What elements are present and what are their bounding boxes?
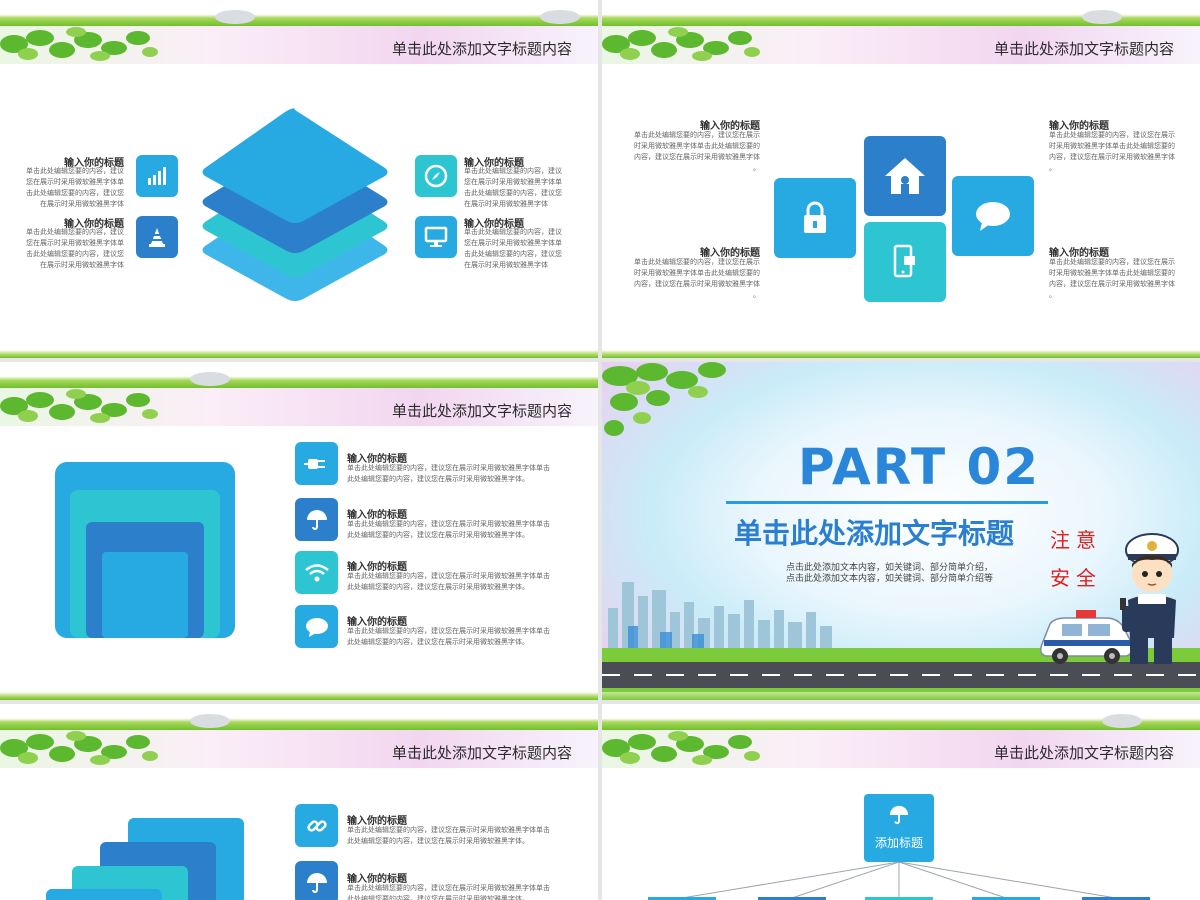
item-body: 单击此处编辑您要的内容，建议 您在展示时采用微软雅黑字体单 击此处编辑您要的内容… bbox=[464, 168, 562, 208]
part-title: PART 02 bbox=[798, 438, 1041, 496]
mobile-phone-icon bbox=[864, 222, 946, 302]
plug-icon bbox=[295, 442, 338, 485]
red-label-safety: 安全 bbox=[1050, 568, 1102, 590]
item-body: 单击此处编辑您要的内容，建议您在展示时采用微软雅黑字体单击 此处编辑您要的内容，… bbox=[347, 465, 550, 483]
item-body: 单击此处编辑您要的内容，建议您在展示 时采用微软雅黑字体单击此处编辑您要的 内容… bbox=[1049, 259, 1175, 299]
slide-thumbnail-5[interactable]: 单击此处添加文字标题内容 输入你的标题 单击此处编辑您要的内容，建议您在展示时采… bbox=[0, 704, 598, 900]
item-body: 单击此处编辑您要的内容，建议您在展示 时采用微软雅黑字体单击此处编辑您要的 内容… bbox=[634, 132, 760, 172]
leaves-decoration bbox=[602, 27, 760, 61]
grass-decoration bbox=[0, 0, 598, 26]
chat-bubble-icon bbox=[952, 176, 1034, 256]
slide-thumbnail-3[interactable]: 单击此处添加文字标题内容 输入你的标题 单击此处编辑您要的内容，建议您在展示时采… bbox=[0, 362, 598, 700]
bar-chart-icon bbox=[136, 155, 178, 197]
grass-decoration bbox=[0, 350, 598, 358]
monitor-icon bbox=[415, 216, 457, 258]
stone-decoration bbox=[190, 372, 230, 386]
item-body: 单击此处编辑您要的内容，建议您在展示时采用微软雅黑字体单击 此处编辑您要的内容，… bbox=[347, 827, 550, 845]
stone-decoration bbox=[190, 714, 230, 728]
grass-decoration bbox=[0, 692, 598, 700]
part-subtitle: 单击此处添加文字标题 bbox=[734, 518, 1015, 549]
lock-icon bbox=[774, 178, 856, 258]
link-chain-icon bbox=[295, 804, 338, 847]
umbrella-icon bbox=[295, 498, 338, 541]
header-title: 单击此处添加文字标题内容 bbox=[993, 745, 1174, 762]
chat-bubble-icon bbox=[295, 605, 338, 648]
umbrella-icon bbox=[889, 805, 909, 825]
leaves-decoration bbox=[602, 362, 726, 436]
org-chart-root-box: 添加标题 bbox=[864, 794, 934, 862]
home-icon bbox=[864, 136, 946, 216]
item-body: 单击此处编辑您要的内容，建议您在展示时采用微软雅黑字体单击 此处编辑您要的内容，… bbox=[347, 521, 550, 539]
city-skyline bbox=[608, 582, 832, 658]
leaves-decoration bbox=[0, 731, 158, 765]
item-body: 单击此处编辑您要的内容，建议您在展示时采用微软雅黑字体单击 此处编辑您要的内容，… bbox=[347, 885, 550, 900]
org-chart-connectors bbox=[681, 862, 1117, 899]
slide-thumbnail-2[interactable]: 单击此处添加文字标题内容 输入你的标题 单击此处编辑您要的内容，建议您在展示 时… bbox=[602, 0, 1200, 358]
stone-decoration bbox=[215, 10, 255, 24]
slide-thumbnail-1[interactable]: 单击此处添加文字标题内容 输入你的标题 单击此处编辑您要的内容，建议 您在展示时… bbox=[0, 0, 598, 358]
grass-decoration bbox=[0, 704, 598, 730]
leaves-decoration bbox=[602, 731, 760, 765]
header-title: 单击此处添加文字标题内容 bbox=[391, 41, 572, 58]
part-divider bbox=[726, 501, 1048, 504]
header-title: 单击此处添加文字标题内容 bbox=[391, 403, 572, 420]
stacked-card-1 bbox=[46, 889, 162, 900]
slide-thumbnail-4[interactable]: PART 02 单击此处添加文字标题 点击此处添加文本内容，如关键词、部分简单介… bbox=[602, 362, 1200, 700]
grass-decoration bbox=[602, 350, 1200, 358]
leaves-decoration bbox=[0, 389, 158, 423]
org-chart-root-label: 添加标题 bbox=[874, 836, 923, 850]
item-body: 单击此处编辑您要的内容，建议您在展示 时采用微软雅黑字体单击此处编辑您要的 内容… bbox=[634, 259, 760, 299]
traffic-cone-icon bbox=[136, 216, 178, 258]
red-label-caution: 注意 bbox=[1050, 530, 1102, 552]
leaves-decoration bbox=[0, 27, 158, 61]
item-body: 单击此处编辑您要的内容，建议 您在展示时采用微软雅黑字体单 击此处编辑您要的内容… bbox=[26, 168, 124, 208]
grass-decoration bbox=[602, 692, 1200, 700]
item-body: 单击此处编辑您要的内容，建议 您在展示时采用微软雅黑字体单 击此处编辑您要的内容… bbox=[26, 229, 124, 269]
item-body: 单击此处编辑您要的内容，建议 您在展示时采用微软雅黑字体单 击此处编辑您要的内容… bbox=[464, 229, 562, 269]
compass-icon bbox=[415, 155, 457, 197]
wifi-icon bbox=[295, 551, 338, 594]
stone-decoration bbox=[1082, 10, 1122, 24]
header-title: 单击此处添加文字标题内容 bbox=[391, 745, 572, 762]
layer-stack-graphic bbox=[202, 108, 388, 301]
item-body: 单击此处编辑您要的内容，建议您在展示时采用微软雅黑字体单击 此处编辑您要的内容，… bbox=[347, 628, 550, 646]
nested-square-inner bbox=[102, 552, 188, 638]
umbrella-icon bbox=[295, 861, 338, 900]
slide-thumbnail-6[interactable]: 单击此处添加文字标题内容 添加标题 bbox=[602, 704, 1200, 900]
item-body: 单击此处编辑您要的内容，建议您在展示时采用微软雅黑字体单击 此处编辑您要的内容，… bbox=[347, 573, 550, 591]
stone-decoration bbox=[540, 10, 580, 24]
header-title: 单击此处添加文字标题内容 bbox=[993, 41, 1174, 58]
item-body: 单击此处编辑您要的内容，建议您在展示 时采用微软雅黑字体单击此处编辑您要的 内容… bbox=[1049, 132, 1175, 172]
stone-decoration bbox=[1102, 714, 1142, 728]
grass-decoration bbox=[0, 362, 598, 388]
police-officer-illustration bbox=[1120, 533, 1179, 664]
